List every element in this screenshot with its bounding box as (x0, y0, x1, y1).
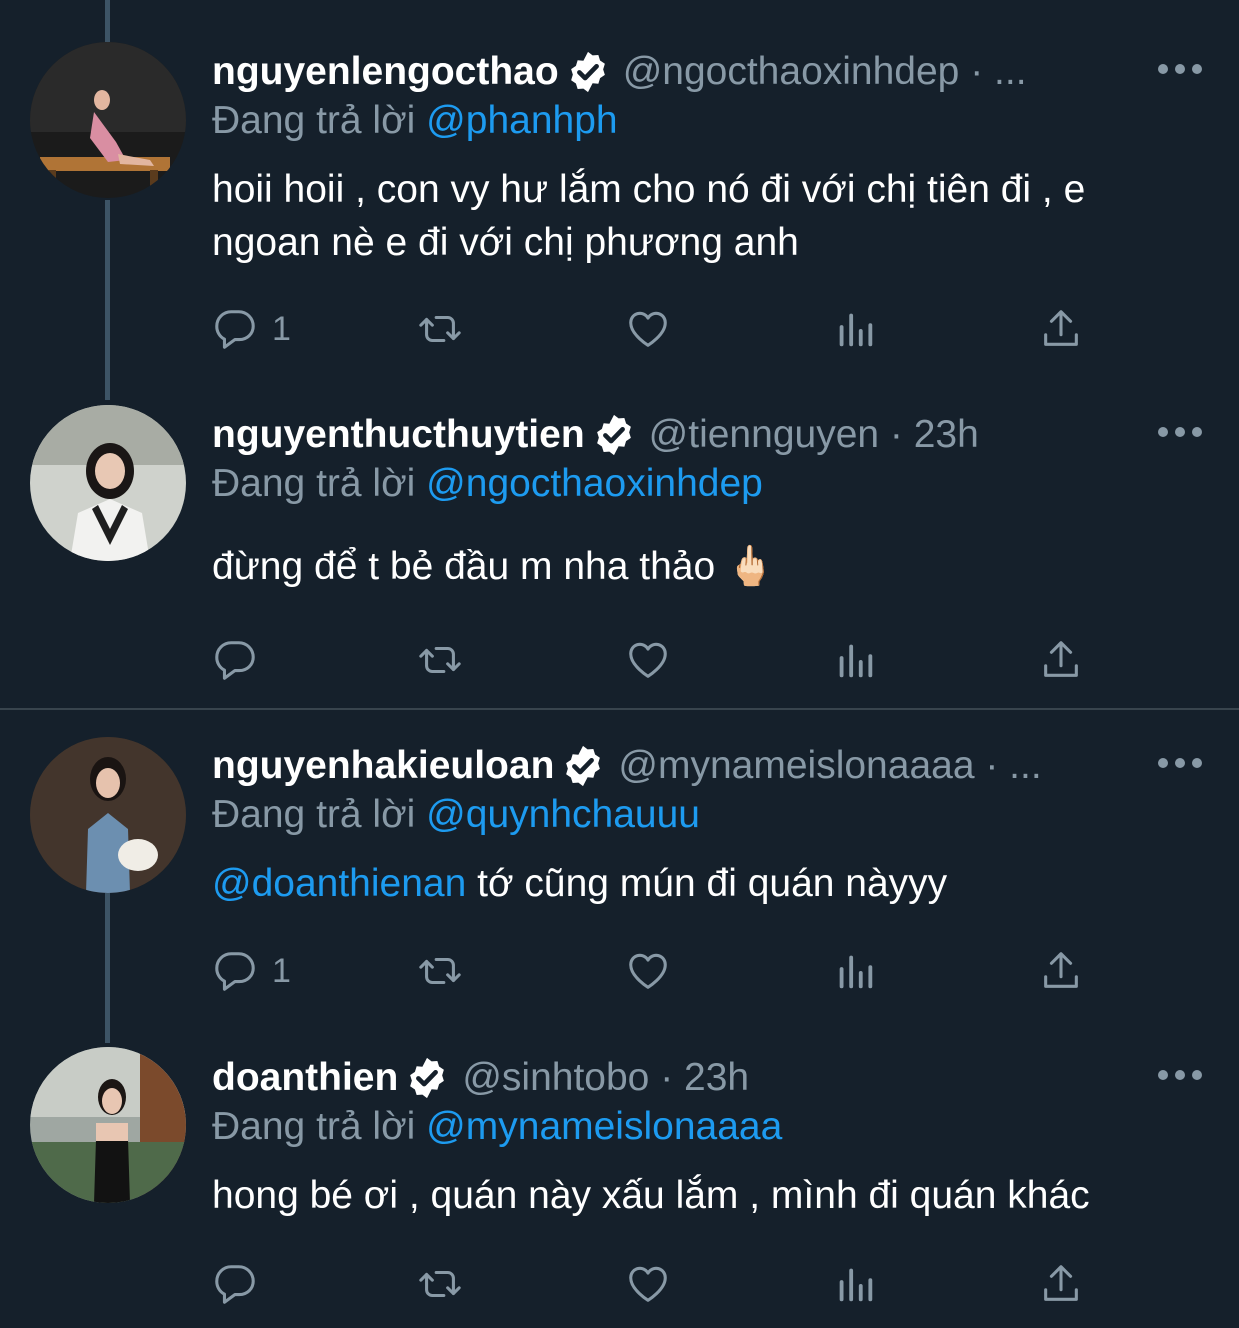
like-icon (629, 1266, 667, 1302)
retweet-icon (419, 315, 461, 343)
handle-timestamp[interactable]: @mynameislonaaaa · ... (618, 736, 1041, 796)
replying-to-label: Đang trả lời (212, 1105, 416, 1148)
tweet-text: hong bé ơi , quán này xấu lắm , mình đi … (212, 1169, 1202, 1222)
text-mention[interactable]: @doanthienan (212, 862, 466, 905)
handle-timestamp[interactable]: @ngocthaoxinhdep · ... (623, 42, 1027, 102)
tweet[interactable]: doanthien @sinhtobo · 23h Đang trả lời @… (0, 1040, 1239, 1328)
more-icon[interactable] (1158, 422, 1202, 442)
tweet[interactable]: nguyenthucthuytien @tiennguyen · 23h Đan… (0, 390, 1239, 708)
like-button[interactable] (625, 947, 671, 995)
retweet-button[interactable] (417, 947, 463, 995)
verified-badge-icon (570, 51, 605, 93)
handle-timestamp[interactable]: @tiennguyen · 23h (649, 405, 979, 465)
replying-to-mention[interactable]: @phanhph (426, 99, 617, 142)
retweet-icon (419, 957, 461, 985)
replying-to: Đang trả lời @mynameislonaaaa (212, 1102, 782, 1152)
tweet-header: nguyenlengocthao @ngocthaoxinhdep · ... (212, 42, 1027, 102)
more-icon[interactable] (1158, 59, 1202, 79)
reply-button[interactable]: 1 (212, 305, 291, 353)
tweet-body: đừng để t bẻ đầu m nha thảo 🖕🏻 (212, 545, 775, 588)
reply-button[interactable] (212, 1260, 272, 1308)
avatar[interactable] (30, 737, 186, 893)
verified-badge-icon (596, 414, 631, 456)
action-bar (212, 1260, 1092, 1308)
tweet-body: hong bé ơi , quán này xấu lắm , mình đi … (212, 1174, 1090, 1217)
like-button[interactable] (625, 305, 671, 353)
views-icon (839, 1268, 873, 1302)
like-icon (629, 642, 667, 678)
reply-count: 1 (272, 951, 291, 990)
share-icon (1044, 1265, 1078, 1301)
replying-to-mention[interactable]: @quynhchauuu (426, 793, 700, 836)
share-button[interactable] (1038, 1260, 1084, 1308)
replying-to-mention[interactable]: @mynameislonaaaa (426, 1105, 782, 1148)
verified-badge-icon (410, 1057, 445, 1099)
tweet-header: nguyenhakieuloan @mynameislonaaaa · ... (212, 736, 1042, 796)
replying-to-mention[interactable]: @ngocthaoxinhdep (426, 462, 763, 505)
replying-to: Đang trả lời @ngocthaoxinhdep (212, 459, 763, 509)
like-icon (629, 953, 667, 989)
views-button[interactable] (832, 305, 878, 353)
like-button[interactable] (625, 636, 671, 684)
display-name[interactable]: doanthien (212, 1048, 398, 1108)
views-icon (839, 313, 873, 347)
replying-to-label: Đang trả lời (212, 462, 416, 505)
avatar[interactable] (30, 405, 186, 561)
views-button[interactable] (832, 1260, 878, 1308)
display-name[interactable]: nguyenlengocthao (212, 42, 559, 102)
replying-to-label: Đang trả lời (212, 793, 416, 836)
avatar[interactable] (30, 42, 186, 198)
reply-button[interactable] (212, 636, 272, 684)
tweet-text: hoii hoii , con vy hư lắm cho nó đi với … (212, 163, 1202, 269)
share-icon (1044, 641, 1078, 677)
tweet-header: doanthien @sinhtobo · 23h (212, 1048, 749, 1108)
retweet-icon (419, 1270, 461, 1298)
tweet-text: @doanthienan tớ cũng mún đi quán nàyyy (212, 857, 1202, 910)
share-button[interactable] (1038, 947, 1084, 995)
action-bar: 1 (212, 947, 1092, 995)
views-button[interactable] (832, 947, 878, 995)
retweet-button[interactable] (417, 1260, 463, 1308)
action-bar: 1 (212, 305, 1092, 353)
reply-count: 1 (272, 309, 291, 348)
more-icon[interactable] (1158, 1065, 1202, 1085)
views-icon (839, 644, 873, 678)
views-icon (839, 955, 873, 989)
retweet-button[interactable] (417, 305, 463, 353)
replying-to: Đang trả lời @quynhchauuu (212, 790, 700, 840)
share-button[interactable] (1038, 636, 1084, 684)
like-icon (629, 311, 667, 347)
tweet[interactable]: nguyenhakieuloan @mynameislonaaaa · ... … (0, 710, 1239, 1040)
replying-to: Đang trả lời @phanhph (212, 96, 618, 146)
more-icon[interactable] (1158, 753, 1202, 773)
display-name[interactable]: nguyenthucthuytien (212, 405, 585, 465)
views-button[interactable] (832, 636, 878, 684)
reply-icon (215, 310, 255, 349)
like-button[interactable] (625, 1260, 671, 1308)
tweet-body: tớ cũng mún đi quán nàyyy (466, 862, 948, 905)
share-icon (1044, 310, 1078, 346)
replying-to-label: Đang trả lời (212, 99, 416, 142)
tweet-body: hoii hoii , con vy hư lắm cho nó đi với … (212, 168, 1086, 264)
reply-icon (215, 641, 255, 680)
display-name[interactable]: nguyenhakieuloan (212, 736, 554, 796)
retweet-button[interactable] (417, 636, 463, 684)
tweet-text: đừng để t bẻ đầu m nha thảo 🖕🏻 (212, 540, 1202, 593)
share-icon (1044, 952, 1078, 988)
reply-button[interactable]: 1 (212, 947, 291, 995)
tweet[interactable]: nguyenlengocthao @ngocthaoxinhdep · ... … (0, 0, 1239, 390)
avatar[interactable] (30, 1047, 186, 1203)
tweet-header: nguyenthucthuytien @tiennguyen · 23h (212, 405, 979, 465)
share-button[interactable] (1038, 305, 1084, 353)
action-bar (212, 636, 1092, 684)
handle-timestamp[interactable]: @sinhtobo · 23h (462, 1048, 749, 1108)
verified-badge-icon (566, 745, 601, 787)
reply-icon (215, 952, 255, 991)
reply-icon (215, 1265, 255, 1304)
retweet-icon (419, 646, 461, 674)
